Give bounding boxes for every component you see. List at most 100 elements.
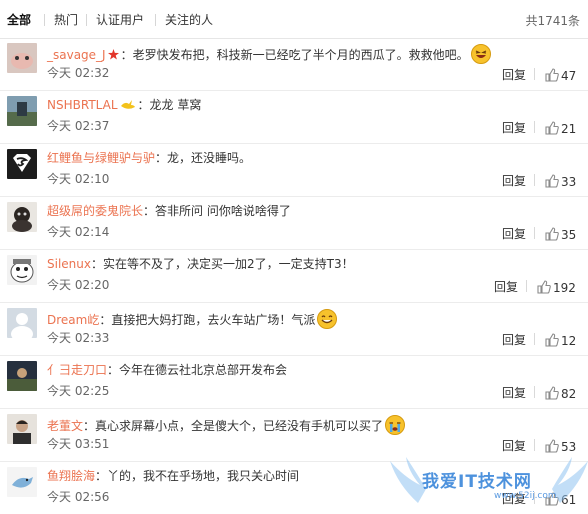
avatar-image <box>7 96 37 126</box>
comment-username[interactable]: Dream屹 <box>47 313 99 327</box>
thumbs-up-icon <box>537 280 551 294</box>
thumbs-up-icon <box>545 68 559 82</box>
crying-emoji-icon <box>385 415 406 435</box>
comment-timestamp: 今天 02:14 <box>47 225 110 239</box>
avatar[interactable] <box>7 149 37 179</box>
like-button[interactable]: 53 <box>545 436 576 455</box>
comment-username[interactable]: 亻彐走刀口 <box>47 363 107 377</box>
comment-text: ：真心求屏幕小点，全是傻大个，已经没有手机可以买了 <box>83 419 384 433</box>
like-count: 33 <box>561 175 577 189</box>
comment-username[interactable]: 红鲤鱼与绿鲤驴与驴 <box>47 151 155 165</box>
avatar[interactable] <box>7 414 37 444</box>
avatar-image <box>7 202 37 232</box>
laughing-emoji-icon <box>470 44 491 64</box>
action-divider <box>534 68 535 80</box>
reply-button[interactable]: 回复 <box>502 66 526 83</box>
tab-hot[interactable]: 热门 <box>54 12 78 28</box>
comment-text: ：实在等不及了，决定买一加2了，一定支持T3！ <box>90 257 354 271</box>
reply-button[interactable]: 回复 <box>502 331 526 348</box>
like-button[interactable]: 35 <box>545 224 576 243</box>
reply-button[interactable]: 回复 <box>502 490 526 507</box>
comment-username[interactable]: Silenux <box>47 257 91 271</box>
comment-row: NSHBRTLAL ：龙龙 草窝 今天 02:37 回复 21 <box>0 91 588 144</box>
comment-timestamp: 今天 02:20 <box>47 278 110 292</box>
comment-username[interactable]: NSHBRTLAL <box>47 98 118 112</box>
comment-total-count: 共1741条 <box>525 14 580 28</box>
star-badge-icon <box>107 49 119 60</box>
avatar[interactable] <box>7 43 37 73</box>
reply-button[interactable]: 回复 <box>502 119 526 136</box>
thumbs-up-icon <box>545 492 559 506</box>
comment-text: ：答非所问 问你啥说啥得了 <box>143 204 291 218</box>
comment-filter-tabs: 全部 热门 认证用户 关注的人 共1741条 <box>0 0 588 39</box>
avatar[interactable] <box>7 308 37 338</box>
comment-username[interactable]: _savage_J <box>47 48 106 62</box>
comment-row: _savage_J ：老罗快发布把，科技新一已经吃了半个月的西瓜了。救救他吧。 今… <box>0 38 588 91</box>
like-count: 35 <box>561 228 577 242</box>
avatar[interactable] <box>7 202 37 232</box>
action-divider <box>534 492 535 504</box>
tab-all[interactable]: 全部 <box>7 12 31 28</box>
comment-row: Silenux：实在等不及了，决定买一加2了，一定支持T3！ 今天 02:20 … <box>0 250 588 303</box>
comment-timestamp: 今天 02:33 <box>47 331 110 345</box>
avatar[interactable] <box>7 361 37 391</box>
like-count: 192 <box>553 281 576 295</box>
comment-row: 鱼翔脍海：丫的，我不在乎场地，我只关心时间 今天 02:56 回复 61 <box>0 462 588 514</box>
avatar-image <box>7 255 37 285</box>
avatar[interactable] <box>7 255 37 285</box>
reply-button[interactable]: 回复 <box>502 172 526 189</box>
tab-divider <box>44 14 45 26</box>
like-count: 61 <box>561 493 577 507</box>
action-divider <box>526 280 527 292</box>
action-divider <box>534 227 535 239</box>
comment-text: ：老罗快发布把，科技新一已经吃了半个月的西瓜了。救救他吧。 <box>120 48 469 62</box>
comment-row: 超级屌的委鬼院长：答非所问 问你啥说啥得了 今天 02:14 回复 35 <box>0 197 588 250</box>
thumbs-up-icon <box>545 227 559 241</box>
action-divider <box>534 439 535 451</box>
like-button[interactable]: 47 <box>545 65 576 84</box>
comment-row: 红鲤鱼与绿鲤驴与驴：龙，还没睡吗。 今天 02:10 回复 33 <box>0 144 588 197</box>
comment-timestamp: 今天 02:10 <box>47 172 110 186</box>
tab-divider <box>86 14 87 26</box>
tab-divider <box>155 14 156 26</box>
comment-text: ：龙龙 草窝 <box>137 98 202 112</box>
comment-username[interactable]: 超级屌的委鬼院长 <box>47 204 143 218</box>
bird-badge-icon <box>120 100 135 109</box>
reply-button[interactable]: 回复 <box>502 384 526 401</box>
like-count: 21 <box>561 122 577 136</box>
like-button[interactable]: 33 <box>545 171 576 190</box>
like-count: 53 <box>561 440 577 454</box>
like-button[interactable]: 82 <box>545 383 576 402</box>
avatar-image <box>7 361 37 391</box>
comment-username[interactable]: 鱼翔脍海 <box>47 469 95 483</box>
reply-button[interactable]: 回复 <box>502 225 526 242</box>
tab-following[interactable]: 关注的人 <box>165 12 213 28</box>
tab-verified-users[interactable]: 认证用户 <box>96 12 144 28</box>
comment-username[interactable]: 老董文 <box>47 419 83 433</box>
action-divider <box>534 174 535 186</box>
comment-timestamp: 今天 02:37 <box>47 119 110 133</box>
comment-text: ：直接把大妈打跑，去火车站广场！气派 <box>99 313 316 327</box>
action-divider <box>534 121 535 133</box>
comment-text: ：龙，还没睡吗。 <box>155 151 252 165</box>
reply-button[interactable]: 回复 <box>502 437 526 454</box>
avatar-image <box>7 308 37 338</box>
like-button[interactable]: 61 <box>545 489 576 508</box>
action-divider <box>534 333 535 345</box>
comment-row: 老董文：真心求屏幕小点，全是傻大个，已经没有手机可以买了 今天 03:51 回复… <box>0 409 588 462</box>
like-count: 82 <box>561 387 577 401</box>
action-divider <box>534 386 535 398</box>
avatar[interactable] <box>7 467 37 497</box>
avatar-image <box>7 149 37 179</box>
thumbs-up-icon <box>545 121 559 135</box>
like-button[interactable]: 21 <box>545 118 576 137</box>
comment-timestamp: 今天 02:56 <box>47 490 110 504</box>
like-button[interactable]: 12 <box>545 330 576 349</box>
thumbs-up-icon <box>545 386 559 400</box>
comment-timestamp: 今天 03:51 <box>47 437 110 451</box>
like-count: 47 <box>561 69 577 83</box>
avatar-image <box>7 43 37 73</box>
like-button[interactable]: 192 <box>537 277 576 296</box>
avatar[interactable] <box>7 96 37 126</box>
reply-button[interactable]: 回复 <box>494 278 518 295</box>
